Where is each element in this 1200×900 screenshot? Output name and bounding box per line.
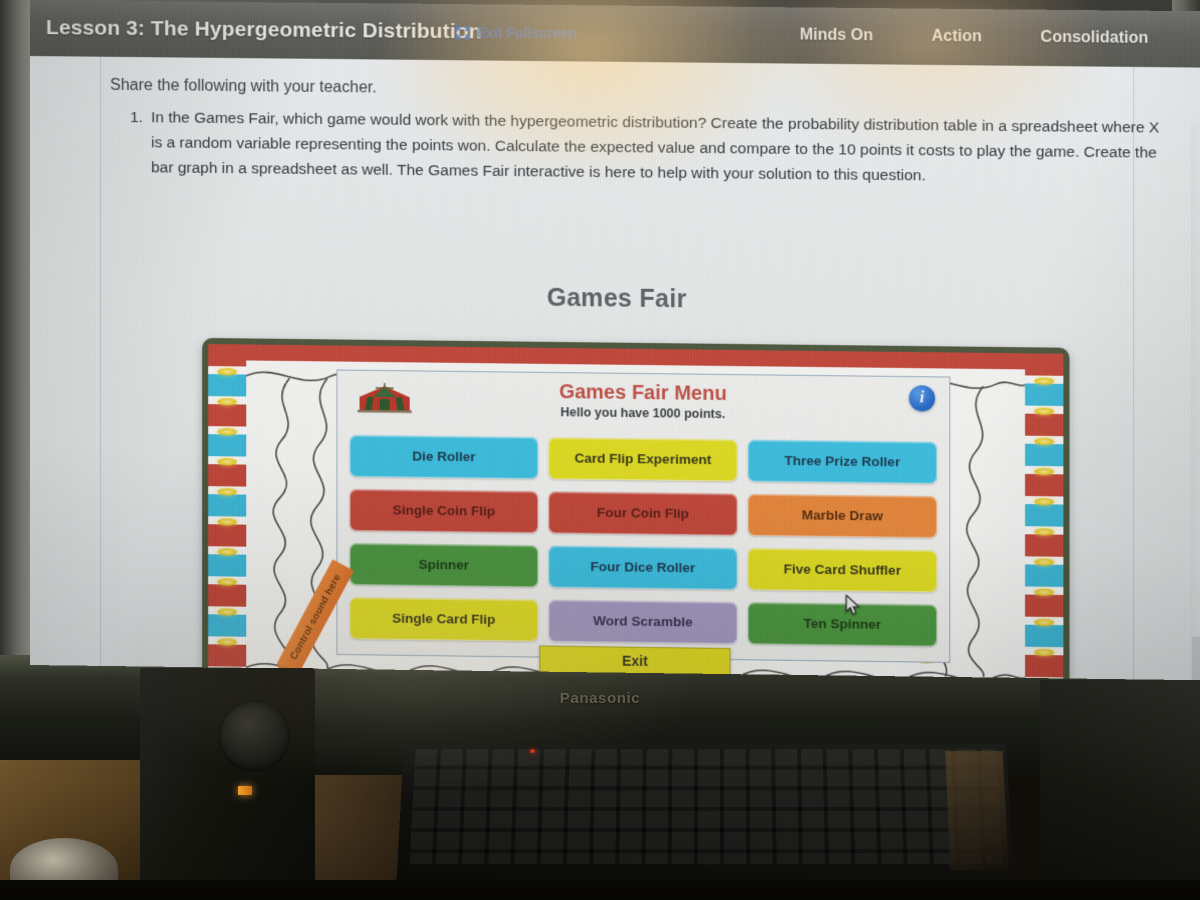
page-scrollbar[interactable] xyxy=(1190,123,1200,681)
games-fair-exit-label: Exit xyxy=(621,652,648,670)
tent-light-bulb xyxy=(217,638,238,646)
game-button-single-coin-flip[interactable]: Single Coin Flip xyxy=(349,488,539,534)
game-button-four-coin-flip[interactable]: Four Coin Flip xyxy=(548,491,738,536)
tent-light-bulb xyxy=(1034,618,1055,627)
interactive-heading: Games Fair xyxy=(546,283,687,314)
tent-light-bulb xyxy=(1034,648,1055,657)
game-button-label: Four Dice Roller xyxy=(590,559,696,576)
games-fair-inner-frame: Control sound here Games Fair Menu Hello… xyxy=(208,344,1064,681)
left-speaker xyxy=(140,668,315,900)
bezel-left-edge xyxy=(0,0,34,700)
lesson-nav: Minds On Action Consolidation xyxy=(800,26,1200,48)
game-button-spinner[interactable]: Spinner xyxy=(349,542,539,588)
question-block: 1. In the Games Fair, which game would w… xyxy=(130,105,1182,191)
game-button-marble-draw[interactable]: Marble Draw xyxy=(747,493,938,539)
tent-light-bulb xyxy=(1034,437,1055,446)
keyboard-wrist-pad xyxy=(945,751,1009,871)
game-button-label: Single Coin Flip xyxy=(392,502,496,520)
tent-light-bulb xyxy=(1034,528,1055,536)
keyboard-keys xyxy=(409,749,1003,865)
lesson-web-page: Lesson 3: The Hypergeometric Distributio… xyxy=(30,0,1200,681)
game-button-card-flip-experiment[interactable]: Card Flip Experiment xyxy=(548,437,738,482)
tent-canvas: Control sound here Games Fair Menu Hello… xyxy=(246,360,1026,681)
game-button-label: Five Card Shuffler xyxy=(783,561,901,579)
game-button-label: Single Card Flip xyxy=(392,611,496,628)
tent-light-bulb xyxy=(1034,558,1055,566)
tent-stripe-left xyxy=(208,344,247,681)
left-speaker-led xyxy=(238,786,252,795)
tent-light-bulb xyxy=(217,548,238,556)
game-button-label: Card Flip Experiment xyxy=(574,450,712,468)
games-fair-exit-button[interactable]: Exit xyxy=(539,645,731,677)
game-button-single-card-flip[interactable]: Single Card Flip xyxy=(349,597,539,642)
game-button-label: Word Scramble xyxy=(593,613,693,630)
tent-light-bulb xyxy=(1034,407,1055,415)
content-left-rule xyxy=(100,56,102,666)
tent-light-bulb xyxy=(1034,498,1055,506)
lesson-header-bar: Lesson 3: The Hypergeometric Distributio… xyxy=(30,0,1200,68)
games-fair-menu-header: Games Fair Menu Hello you have 1000 poin… xyxy=(350,379,938,438)
tent-light-bulb xyxy=(217,608,238,616)
photo-of-monitor-scene: Lesson 3: The Hypergeometric Distributio… xyxy=(0,0,1200,900)
circus-tent-icon xyxy=(356,382,411,413)
game-button-label: Four Coin Flip xyxy=(596,505,689,522)
tent-light-bulb xyxy=(1034,467,1055,476)
game-button-label: Ten Spinner xyxy=(803,616,882,633)
games-fair-menu-card: Games Fair Menu Hello you have 1000 poin… xyxy=(336,369,951,663)
lesson-body: Share the following with your teacher. 1… xyxy=(30,56,1200,681)
nav-item-consolidation[interactable]: Consolidation xyxy=(1041,29,1149,48)
game-button-five-card-shuffler[interactable]: Five Card Shuffler xyxy=(747,547,938,593)
mouse-pointer-icon xyxy=(845,594,861,616)
left-speaker-tweeter xyxy=(218,700,290,772)
tent-light-bulb xyxy=(217,458,238,466)
exit-fullscreen-link[interactable]: Exit Fullscreen xyxy=(455,24,577,42)
page-title: Lesson 3: The Hypergeometric Distributio… xyxy=(46,16,482,44)
tent-light-bulb xyxy=(1034,588,1055,596)
nav-item-action[interactable]: Action xyxy=(932,28,982,47)
tent-light-bulb xyxy=(217,518,238,526)
game-button-label: Marble Draw xyxy=(801,507,883,524)
desk-front-edge xyxy=(0,880,1200,900)
question-number: 1. xyxy=(130,109,143,127)
game-button-die-roller[interactable]: Die Roller xyxy=(349,434,539,480)
tent-stripe-right xyxy=(1025,353,1064,681)
game-button-label: Die Roller xyxy=(412,448,476,465)
scrollbar-thumb[interactable] xyxy=(1191,636,1200,681)
exit-fullscreen-label: Exit Fullscreen xyxy=(476,24,577,42)
tent-light-bulb xyxy=(217,398,238,406)
question-text: In the Games Fair, which game would work… xyxy=(151,109,1160,185)
tent-light-bulb xyxy=(217,428,238,436)
compress-arrows-icon xyxy=(455,25,471,40)
info-icon[interactable]: i xyxy=(908,385,936,412)
right-speaker xyxy=(1040,680,1200,900)
game-button-word-scramble[interactable]: Word Scramble xyxy=(548,599,738,645)
game-button-three-prize-roller[interactable]: Three Prize Roller xyxy=(747,439,938,484)
tent-light-bulb xyxy=(1034,377,1055,385)
game-button-label: Three Prize Roller xyxy=(784,453,901,470)
tent-light-bulb xyxy=(217,578,238,586)
tent-light-bulb xyxy=(217,368,238,376)
game-button-ten-spinner[interactable]: Ten Spinner xyxy=(747,602,938,647)
keyboard xyxy=(396,743,1014,891)
game-button-label: Spinner xyxy=(418,557,470,573)
games-fair-interactive: Control sound here Games Fair Menu Hello… xyxy=(202,337,1070,681)
nav-item-minds-on[interactable]: Minds On xyxy=(800,26,873,45)
game-button-four-dice-roller[interactable]: Four Dice Roller xyxy=(548,545,738,590)
share-instruction: Share the following with your teacher. xyxy=(110,76,377,97)
tent-light-bulb xyxy=(217,488,238,496)
